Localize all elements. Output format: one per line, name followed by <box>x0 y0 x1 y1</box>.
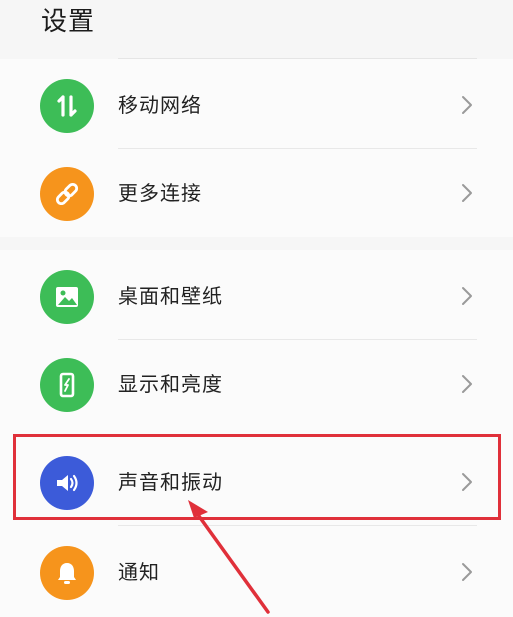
settings-item-wallpaper[interactable]: 桌面和壁纸 <box>0 250 513 340</box>
chevron-right-icon <box>462 184 472 202</box>
settings-item-label: 桌面和壁纸 <box>118 284 223 308</box>
page-title: 设置 <box>41 7 96 37</box>
settings-item-label: 显示和亮度 <box>118 372 223 396</box>
chevron-right-icon <box>462 375 472 393</box>
chevron-right-icon <box>462 563 472 581</box>
chevron-right-icon <box>462 287 472 305</box>
settings-item-notifications[interactable]: 通知 <box>0 526 513 616</box>
settings-item-mobile-network[interactable]: 移动网络 <box>0 59 513 149</box>
settings-group-connectivity: 移动网络 更多连接 <box>0 59 513 237</box>
settings-item-label: 更多连接 <box>118 181 202 205</box>
mobile-network-icon <box>40 79 94 133</box>
settings-item-label: 通知 <box>118 560 160 584</box>
settings-item-label: 移动网络 <box>118 93 202 117</box>
settings-item-more-connections[interactable]: 更多连接 <box>0 147 513 237</box>
chevron-right-icon <box>462 96 472 114</box>
display-brightness-icon <box>40 358 94 412</box>
wallpaper-icon <box>40 270 94 324</box>
settings-item-display-brightness[interactable]: 显示和亮度 <box>0 338 513 428</box>
bell-icon <box>40 546 94 600</box>
highlight-box <box>13 434 501 520</box>
link-icon <box>40 167 94 221</box>
